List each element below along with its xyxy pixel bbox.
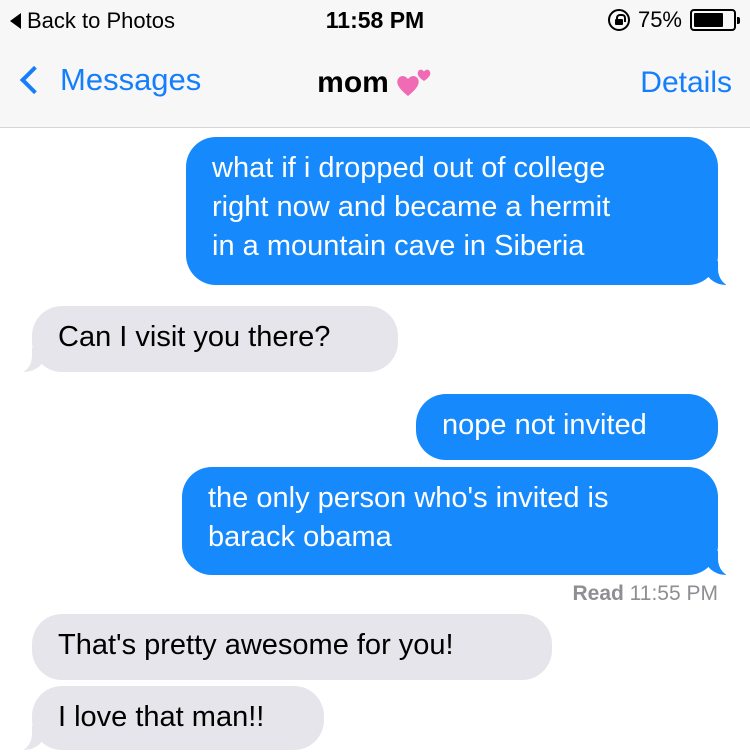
message-line: the only person who's invited is: [208, 482, 609, 514]
message-line: right now and became a hermit: [212, 191, 611, 223]
battery-tip: [737, 17, 740, 24]
message-line: what if i dropped out of college: [212, 152, 606, 184]
message-line: in a mountain cave in Siberia: [212, 230, 585, 262]
message-bubble-incoming[interactable]: That's pretty awesome for you!: [32, 614, 552, 680]
orientation-lock-icon: [607, 9, 630, 31]
message-line: I love that man!!: [58, 701, 265, 733]
two-hearts-icon: [395, 66, 433, 108]
read-time: 11:55 PM: [629, 582, 718, 605]
message-line: barack obama: [208, 521, 392, 553]
message-bubble-incoming[interactable]: I love that man!!: [10, 686, 324, 752]
message-line: nope not invited: [442, 409, 647, 441]
header: Back to Photos 11:58 PM 75% Messages mom: [0, 0, 750, 128]
message-line: That's pretty awesome for you!: [58, 629, 454, 661]
status-right: 75%: [607, 7, 740, 33]
read-receipt: Read 11:55 PM: [572, 582, 718, 606]
battery-fill: [694, 13, 723, 27]
details-button[interactable]: Details: [640, 66, 732, 100]
battery-icon: [690, 9, 740, 31]
message-line: Can I visit you there?: [58, 321, 331, 353]
conversation-title[interactable]: mom: [0, 66, 750, 108]
read-label: Read: [572, 582, 624, 605]
message-bubble-outgoing[interactable]: the only person who's invited is barack …: [182, 467, 740, 577]
battery-percent: 75%: [637, 7, 682, 32]
message-bubble-outgoing[interactable]: nope not invited: [416, 394, 718, 460]
contact-name: mom: [317, 66, 389, 99]
message-bubble-incoming[interactable]: Can I visit you there?: [10, 306, 398, 374]
nav-bar: Messages mom Details: [0, 58, 750, 114]
status-bar: Back to Photos 11:58 PM 75%: [0, 0, 750, 40]
message-bubble-outgoing[interactable]: what if i dropped out of college right n…: [186, 137, 740, 287]
